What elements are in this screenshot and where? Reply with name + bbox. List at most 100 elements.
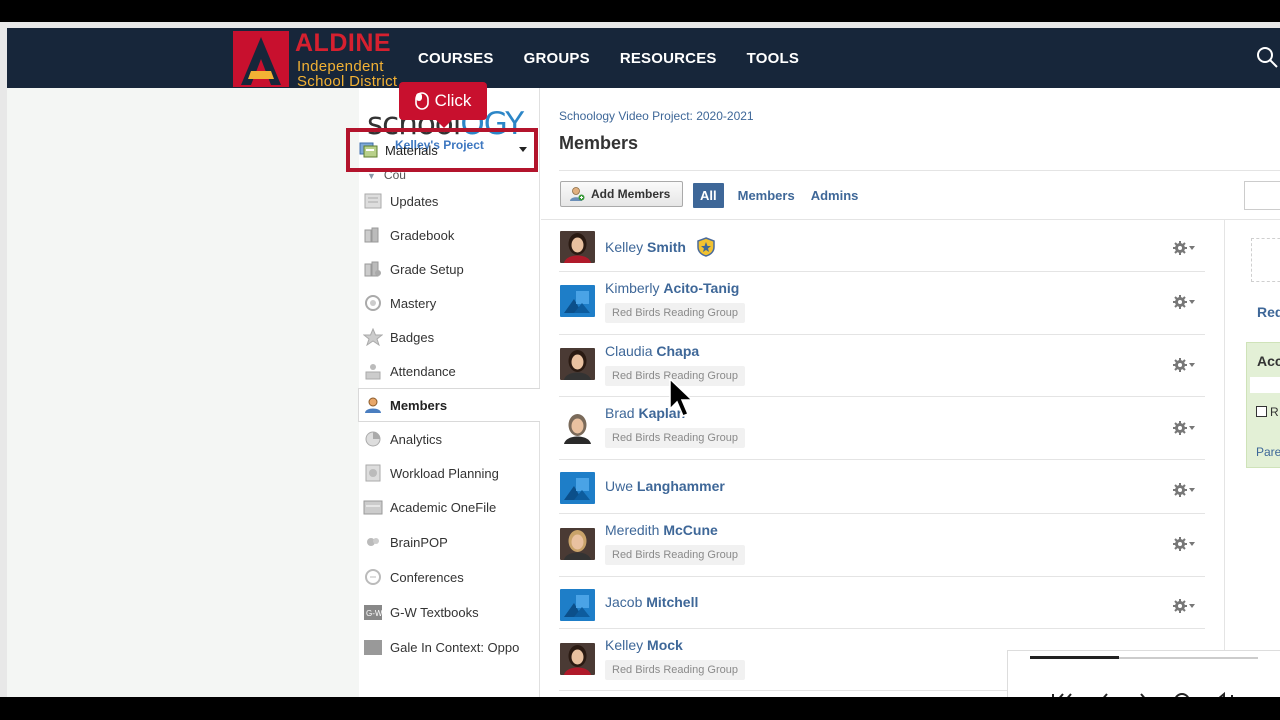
gear-icon[interactable] [1173,358,1197,372]
member-row: Jacob Mitchell [559,577,1205,629]
gear-icon[interactable] [1173,295,1197,309]
avatar[interactable] [560,348,595,380]
sidebar-item-analytics[interactable]: Analytics [359,422,539,456]
attendance-icon [365,364,381,380]
district-name: ALDINE [295,29,392,57]
sidebar-item-gale-in-context-oppo[interactable]: Gale In Context: Oppo [359,630,539,664]
access-checkbox[interactable]: R [1256,405,1279,419]
onefile-icon [363,500,383,515]
mastery-icon [365,295,381,311]
column-divider [1224,220,1225,697]
avatar[interactable] [560,643,595,675]
nav-tools[interactable]: TOOLS [747,50,799,67]
member-row: Brad Kaplan Red Birds Reading Group [559,397,1205,460]
right-side-panel: Red Acc R Pare [1243,238,1280,697]
avatar[interactable] [560,472,595,504]
member-row: Claudia Chapa Red Birds Reading Group [559,335,1205,397]
svg-text:G-W: G-W [366,609,383,618]
caret-down-icon: ▼ [367,171,376,181]
member-row: Kelley Smith [559,220,1205,272]
access-code-box: Acc R Pare [1246,342,1280,468]
sidebar-item-badges[interactable]: Badges [359,320,539,354]
click-tooltip: Click [399,82,487,128]
district-logo[interactable]: ALDINE Independent School District [233,29,403,90]
sidebar-item-conferences[interactable]: Conferences [359,560,539,594]
avatar[interactable] [560,285,595,317]
sidebar-item-workload-planning[interactable]: Workload Planning [359,456,539,490]
avatar[interactable] [560,231,595,263]
member-name[interactable]: Kelley Smith [605,239,686,255]
avatar[interactable] [560,589,595,621]
member-search-input[interactable] [1244,181,1280,210]
member-name[interactable]: Kelley Mock [605,637,683,653]
avatar[interactable] [560,412,595,444]
mouse-cursor-icon [669,377,694,417]
group-tag[interactable]: Red Birds Reading Group [605,428,745,448]
group-tag[interactable]: Red Birds Reading Group [605,660,745,680]
member-row: Kimberly Acito-Tanig Red Birds Reading Gr… [559,272,1205,335]
gear-icon[interactable] [1173,421,1197,435]
analytics-icon [365,431,381,447]
top-navigation-bar: ALDINE Independent School District COURS… [7,28,1280,90]
member-row: Uwe Langhammer [559,460,1205,514]
video-player-controls [1007,650,1280,697]
member-name[interactable]: Kimberly Acito-Tanig [605,280,739,296]
members-icon [365,397,381,413]
grade-setup-icon [364,261,381,277]
nav-courses[interactable]: COURSES [418,50,494,67]
group-tag[interactable]: Red Birds Reading Group [605,303,745,323]
members-main: Schoology Video Project: 2020-2021 Membe… [541,88,1280,697]
breadcrumb[interactable]: Schoology Video Project: 2020-2021 [559,109,754,123]
video-progress-fill [1030,656,1119,659]
sidebar-item-mastery[interactable]: Mastery [359,286,539,320]
sidebar-item-gradebook[interactable]: Gradebook [359,218,539,252]
page-content: schoolOGY Kelley's Project ▼ Cou Schoolog… [7,88,1280,697]
tab-all[interactable]: All [693,183,724,208]
search-icon[interactable] [1256,46,1278,68]
dashed-placeholder [1251,238,1280,282]
group-tag[interactable]: Red Birds Reading Group [605,545,745,565]
sidebar-item-updates[interactable]: Updates [359,184,539,218]
member-name[interactable]: Uwe Langhammer [605,478,725,494]
member-row: Meredith McCune Red Birds Reading Group [559,514,1205,577]
sidebar-item-members[interactable]: Members [358,388,540,422]
access-code-field[interactable] [1250,377,1280,393]
brainpop-icon [367,538,379,546]
materials-icon [359,142,378,158]
sidebar-item-academic-onefile[interactable]: Academic OneFile [359,490,539,524]
workload-icon [365,464,381,482]
nav-groups[interactable]: GROUPS [524,50,590,67]
access-box-title: Acc [1257,353,1280,369]
video-progress-bar[interactable] [1030,656,1258,659]
member-name[interactable]: Claudia Chapa [605,343,699,359]
member-name[interactable]: Meredith McCune [605,522,718,538]
sidebar-item-materials[interactable]: Materials [357,135,533,165]
badge-icon [363,328,383,346]
nav-resources[interactable]: RESOURCES [620,50,717,67]
parent-access-link[interactable]: Pare [1256,445,1280,459]
add-user-icon [570,187,585,201]
tab-members[interactable]: Members [730,184,803,207]
gear-icon[interactable] [1173,599,1197,613]
sidebar-item-grade-setup[interactable]: Grade Setup [359,252,539,286]
gear-icon[interactable] [1173,483,1197,497]
gale-icon [364,640,382,655]
admin-badge-icon [697,237,715,257]
avatar[interactable] [560,528,595,560]
right-panel-link[interactable]: Red [1257,304,1280,320]
checkbox-icon [1256,406,1267,417]
textbooks-icon: G-W [364,605,383,620]
updates-icon [364,193,382,209]
gear-icon[interactable] [1173,241,1197,255]
main-nav: COURSES GROUPS RESOURCES TOOLS [418,28,799,88]
sidebar-item-attendance[interactable]: Attendance [359,354,539,388]
member-name[interactable]: Jacob Mitchell [605,594,698,610]
browser-screen: ALDINE Independent School District COURS… [0,22,1280,697]
mouse-icon [414,92,429,110]
sidebar-item-brainpop[interactable]: BrainPOP [359,525,539,559]
gear-icon[interactable] [1173,537,1197,551]
sidebar-item-g-w-textbooks[interactable]: G-W G-W Textbooks [359,595,539,629]
add-members-button[interactable]: Add Members [560,181,683,207]
dropdown-caret-icon[interactable] [519,147,527,152]
tab-admins[interactable]: Admins [803,184,867,207]
